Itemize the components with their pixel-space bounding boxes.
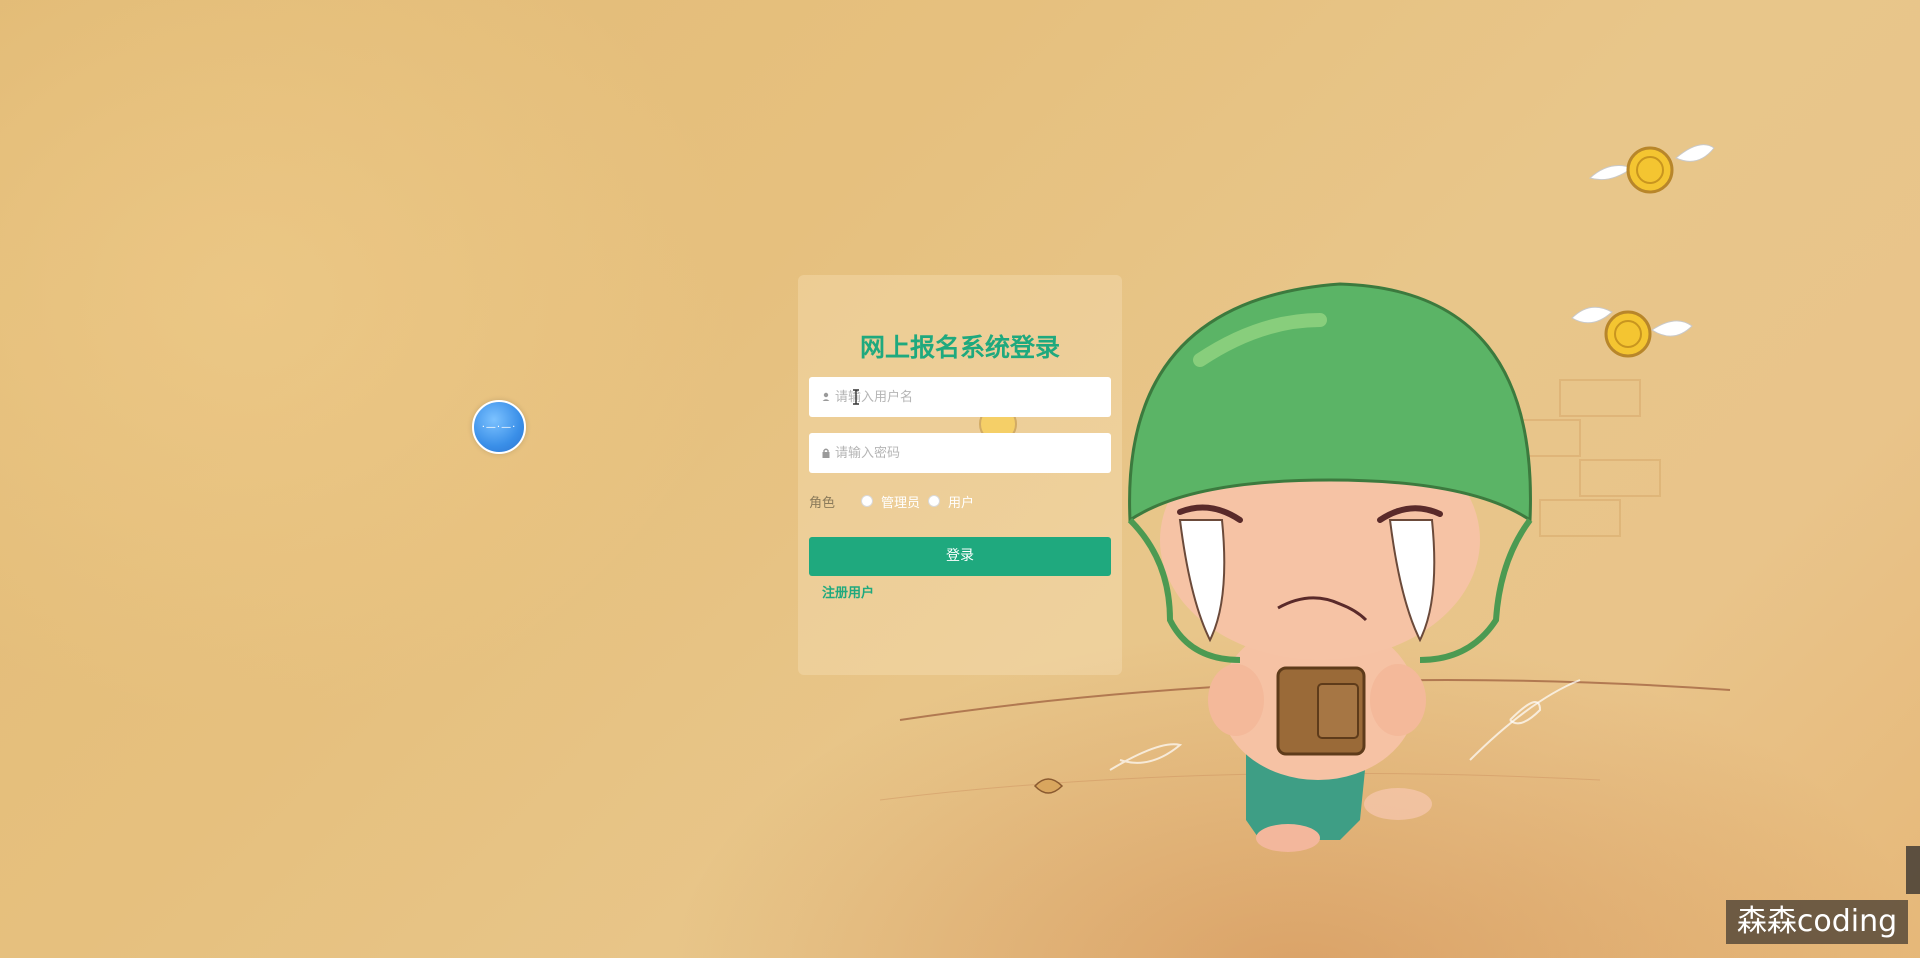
username-input[interactable] [835,377,1105,417]
login-panel: 网上报名系统登录 角色 管理员 用户 [798,275,1122,675]
crying-character [1127,282,1533,852]
radio-admin[interactable] [861,495,873,507]
login-title: 网上报名系统登录 [859,333,1060,362]
watermark: 森森coding [1726,900,1908,944]
role-selector: 角色 管理员 用户 [809,491,1111,511]
text-cursor-icon [853,389,859,405]
role-option-user-label: 用户 [948,495,975,511]
floating-ball-icon[interactable]: ·—·—· [472,400,526,454]
role-label: 角色 [809,495,836,511]
flying-coin-2 [1571,306,1693,358]
login-page: ·—·—· 网上报名系统登录 角色 管理员 [0,0,1920,958]
lock-icon [822,448,830,458]
register-link[interactable]: 注册用户 [822,582,874,601]
flying-coin-1 [1589,144,1715,194]
user-icon [822,392,830,401]
radio-user[interactable] [928,495,941,507]
password-input[interactable] [835,433,1105,473]
login-button[interactable]: 登录 [809,537,1111,576]
role-option-admin-label: 管理员 [881,495,921,511]
role-option-user[interactable]: 用户 [928,492,974,511]
password-field[interactable] [809,433,1111,473]
role-option-admin[interactable]: 管理员 [861,492,920,511]
